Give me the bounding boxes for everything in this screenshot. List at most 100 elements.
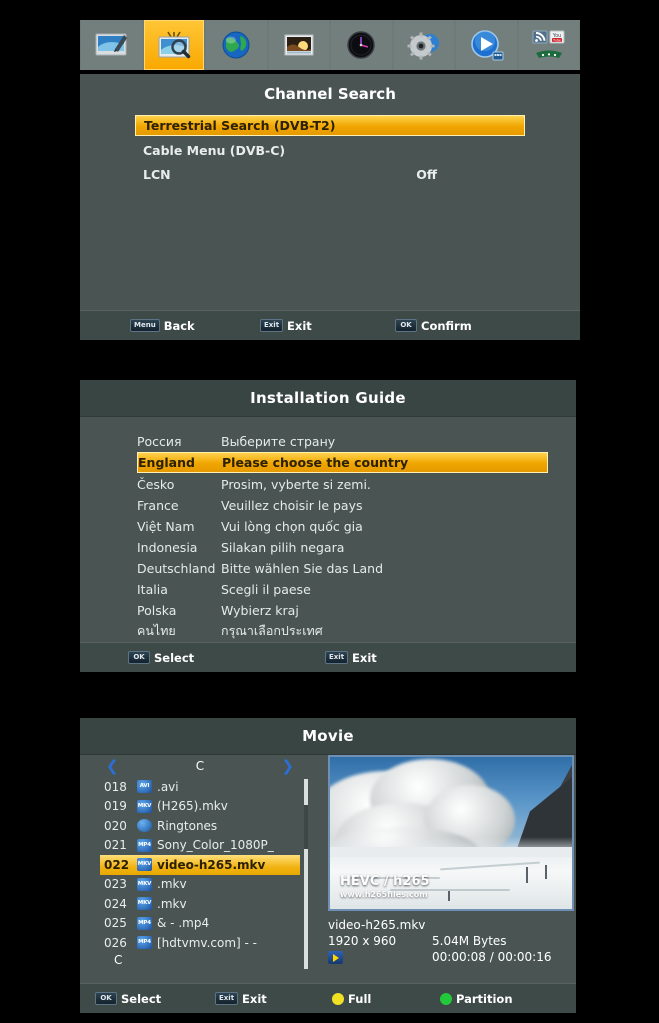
country-prompt: Silakan pilih negara — [221, 539, 345, 555]
movie-panel: Movie ❮ C ❯ 018 AVI .avi 019 MKV (H265).… — [80, 718, 576, 1013]
file-row[interactable]: 019 MKV (H265).mkv — [100, 797, 300, 817]
installation-guide-panel: Installation Guide Россия Выберите стран… — [80, 380, 576, 672]
path-bar: ❮ C ❯ — [100, 755, 300, 777]
row-label: LCN — [143, 166, 171, 182]
meta-resolution-row: 1920 x 960 5.04M Bytes — [328, 933, 576, 949]
key-ok: OK — [395, 319, 417, 332]
channel-search-row-lcn[interactable]: LCN Off — [135, 164, 525, 184]
country-row-deutschland[interactable]: Deutschland Bitte wählen Sie das Land — [137, 558, 548, 578]
key-ok: OK — [128, 651, 150, 664]
hint-exit[interactable]: Exit Exit — [215, 992, 267, 1006]
channel-search-icon — [158, 31, 190, 59]
ski-pole — [545, 865, 547, 879]
file-metadata: video-h265.mkv 1920 x 960 5.04M Bytes 00… — [328, 917, 576, 965]
channel-search-row-cable[interactable]: Cable Menu (DVB-C) — [135, 140, 525, 160]
filetype-icon: MP4 — [137, 838, 152, 852]
menu-icon-channel-search[interactable] — [143, 20, 204, 70]
country-row-polska[interactable]: Polska Wybierz kraj — [137, 600, 548, 620]
country-row-indonesia[interactable]: Indonesia Silakan pilih negara — [137, 537, 548, 557]
menu-icon-clock[interactable] — [331, 20, 392, 70]
hint-label-back: Back — [163, 318, 195, 333]
country-list[interactable]: Россия Выберите страну England Please ch… — [80, 417, 576, 661]
menu-icon-photo[interactable] — [268, 20, 329, 70]
country-prompt: Scegli il paese — [221, 581, 311, 597]
video-thumbnail[interactable]: HEVC / h265 www.h265files.com — [328, 755, 574, 911]
file-name: .avi — [157, 779, 179, 794]
country-name: Polska — [137, 602, 177, 618]
watermark-title: HEVC / h265 — [340, 873, 430, 889]
preview-pane: HEVC / h265 www.h265files.com video-h265… — [328, 755, 576, 1013]
file-row[interactable]: 018 AVI .avi — [100, 777, 300, 797]
file-row[interactable]: 026 MP4 [hdtvmv.com] - - — [100, 933, 300, 953]
thumbnail-watermark: HEVC / h265 www.h265files.com — [340, 873, 430, 899]
country-name: England — [138, 455, 195, 470]
file-index: 023 — [104, 877, 127, 892]
file-name: & - .mp4 — [157, 916, 210, 931]
country-row-italia[interactable]: Italia Scegli il paese — [137, 579, 548, 599]
country-name: Việt Nam — [137, 518, 195, 534]
file-row-selected[interactable]: 022 MKV video-h265.mkv — [100, 855, 300, 875]
country-name: Россия — [137, 433, 182, 449]
filetype-icon: MP4 — [137, 936, 152, 950]
footer-path: C — [114, 952, 123, 967]
country-prompt: Wybierz kraj — [221, 602, 299, 618]
hint-full[interactable]: Full — [332, 992, 371, 1006]
menu-icon-apps[interactable]: You Tube — [518, 20, 579, 70]
file-name: video-h265.mkv — [157, 857, 266, 872]
meta-filename: video-h265.mkv — [328, 918, 426, 932]
hint-partition[interactable]: Partition — [440, 992, 513, 1006]
meta-resolution: 1920 x 960 — [328, 934, 397, 948]
file-row[interactable]: 021 MP4 Sony_Color_1080P_ — [100, 836, 300, 856]
clock-icon — [347, 31, 375, 59]
hint-select[interactable]: OK Select — [128, 651, 194, 665]
country-row-russia[interactable]: Россия Выберите страну — [137, 431, 548, 451]
country-row-france[interactable]: France Veuillez choisir le pays — [137, 495, 548, 515]
prev-page-arrow-icon[interactable]: ❮ — [106, 758, 119, 774]
file-index: 025 — [104, 916, 127, 931]
edit-picture-icon — [95, 33, 128, 56]
main-menu-icon-bar[interactable]: You Tube — [80, 20, 580, 70]
photo-icon — [284, 34, 314, 56]
country-row-england[interactable]: England Please choose the country — [137, 452, 548, 473]
hint-label-confirm: Confirm — [421, 318, 472, 333]
menu-icon-edit-picture[interactable] — [81, 20, 142, 70]
ski-pole — [448, 891, 450, 901]
file-browser[interactable]: ❮ C ❯ 018 AVI .avi 019 MKV (H265).mkv 02… — [100, 755, 308, 1013]
next-page-arrow-icon[interactable]: ❯ — [281, 758, 294, 774]
hint-label-full: Full — [348, 991, 372, 1006]
menu-icon-gear-setup[interactable] — [393, 20, 454, 70]
file-index: 020 — [104, 818, 127, 833]
menu-icon-media-play[interactable] — [456, 20, 517, 70]
hint-select[interactable]: OK Select — [95, 992, 161, 1006]
key-exit: Exit — [260, 319, 284, 332]
file-index: 022 — [104, 857, 130, 872]
row-value: Off — [416, 166, 437, 182]
country-name: Italia — [137, 581, 168, 597]
channel-search-row-terrestrial[interactable]: Terrestrial Search (DVB-T2) — [135, 115, 525, 136]
file-row[interactable]: 025 MP4 & - .mp4 — [100, 914, 300, 934]
hint-exit[interactable]: Exit Exit — [325, 651, 377, 665]
folder-icon — [137, 819, 152, 833]
apps-icon: You Tube — [532, 30, 565, 58]
filetype-icon: MKV — [137, 799, 152, 813]
channel-search-title: Channel Search — [264, 85, 396, 103]
menu-icon-globe[interactable] — [206, 20, 267, 70]
country-prompt: Please choose the country — [222, 455, 409, 470]
hint-exit[interactable]: Exit Exit — [260, 319, 312, 333]
file-row[interactable]: 023 MKV .mkv — [100, 875, 300, 895]
country-row-thai[interactable]: คนไทย กรุณาเลือกประเทศ — [137, 621, 548, 641]
hint-confirm[interactable]: OK Confirm — [395, 319, 472, 333]
country-row-vietnam[interactable]: Việt Nam Vui lòng chọn quốc gia — [137, 516, 548, 536]
file-index: 026 — [104, 935, 127, 950]
country-prompt: กรุณาเลือกประเทศ — [221, 623, 323, 638]
file-row[interactable]: 024 MKV .mkv — [100, 894, 300, 914]
movie-title: Movie — [80, 718, 576, 755]
yellow-button-icon — [332, 992, 344, 1005]
movie-body: ❮ C ❯ 018 AVI .avi 019 MKV (H265).mkv 02… — [80, 755, 576, 1013]
list-scrollbar[interactable] — [304, 779, 308, 969]
gear-icon — [407, 32, 439, 60]
meta-filename-row: video-h265.mkv — [328, 917, 576, 933]
file-row[interactable]: 020 Ringtones — [100, 816, 300, 836]
hint-back[interactable]: Menu Back — [130, 319, 195, 333]
country-row-cesko[interactable]: Česko Prosim, vyberte si zemi. — [137, 474, 548, 494]
